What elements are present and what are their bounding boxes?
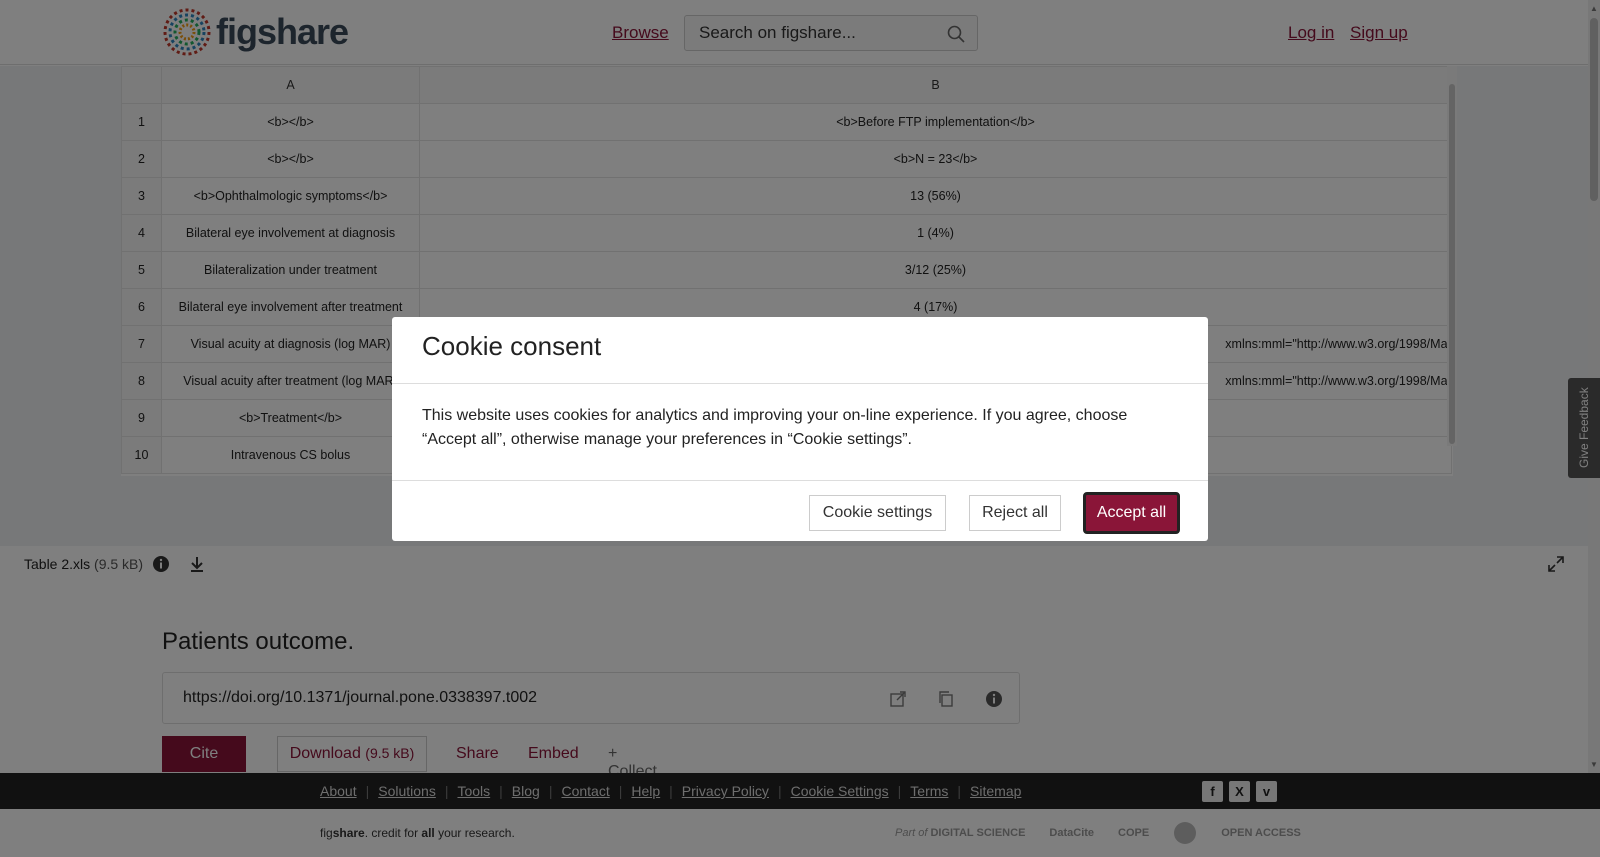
cookie-title: Cookie consent bbox=[392, 317, 1208, 384]
reject-all-button[interactable]: Reject all bbox=[969, 495, 1061, 531]
accept-all-button[interactable]: Accept all bbox=[1083, 492, 1180, 534]
cookie-message: This website uses cookies for analytics … bbox=[392, 384, 1208, 481]
cookie-settings-button[interactable]: Cookie settings bbox=[809, 495, 946, 531]
cookie-consent-dialog: Cookie consent This website uses cookies… bbox=[392, 317, 1208, 541]
cookie-actions: Cookie settings Reject all Accept all bbox=[392, 481, 1208, 541]
